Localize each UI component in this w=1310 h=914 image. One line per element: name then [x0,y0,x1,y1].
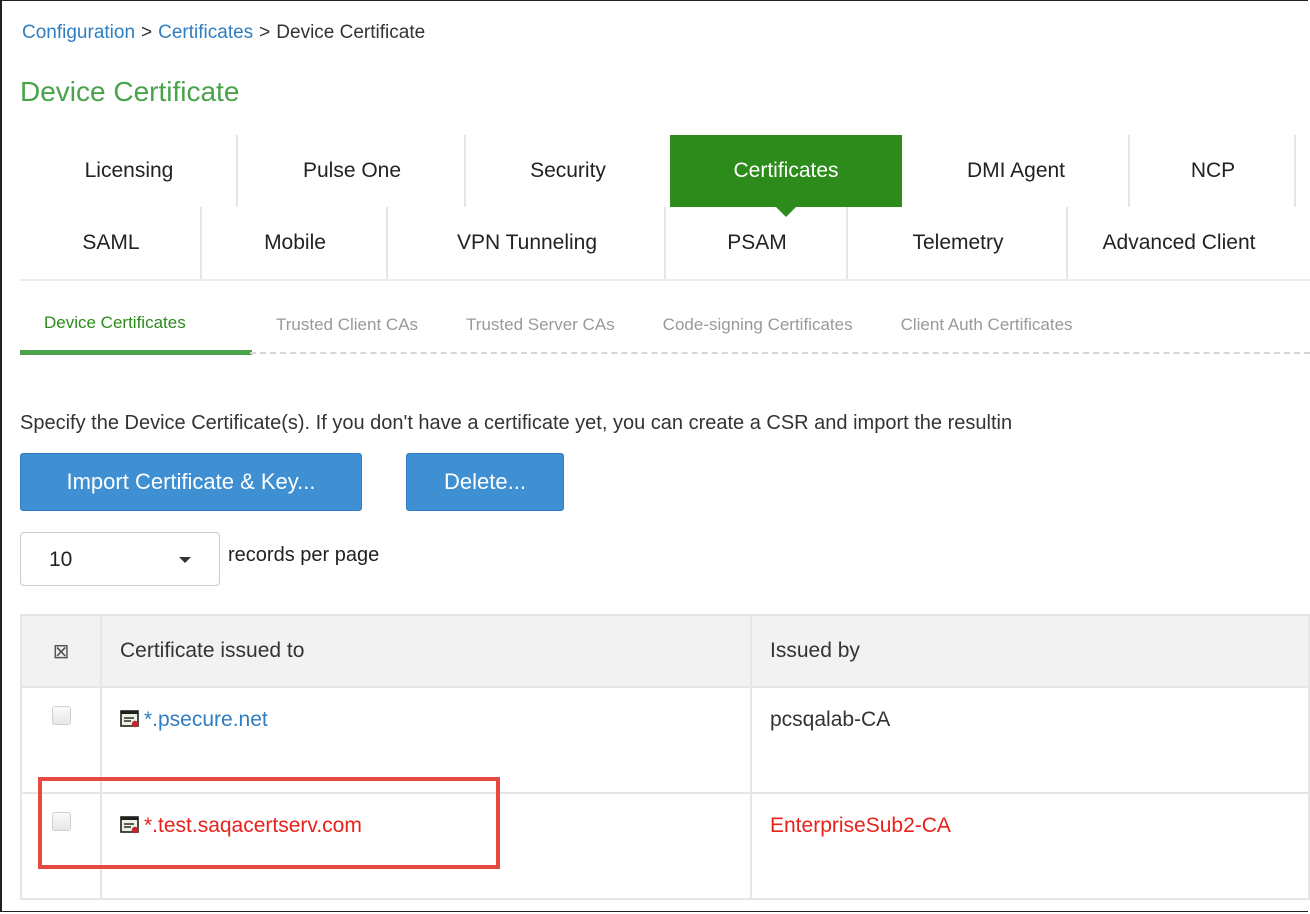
subtab-divider [250,352,1310,354]
row-checkbox[interactable] [51,706,71,725]
subtab-trusted-server-cas[interactable]: Trusted Server CAs [442,305,639,345]
tab-advanced-client[interactable]: Advanced Client [1068,207,1290,279]
subtab-code-signing-certificates[interactable]: Code-signing Certificates [639,305,877,345]
cell-issued-to: *.test.saqacertserv.com [100,792,752,900]
subtab-device-certificates[interactable]: Device Certificates [20,305,252,355]
table-row: *.psecure.net pcsqalab-CA [20,686,1310,794]
column-header-issued-to[interactable]: Certificate issued to [100,614,752,688]
tab-telemetry[interactable]: Telemetry [848,207,1068,279]
cell-issued-to: *.psecure.net [100,686,752,794]
row-checkbox[interactable] [51,812,71,831]
table-header-row: ⊠ Certificate issued to Issued by [20,614,1310,688]
tab-saml[interactable]: SAML [20,207,202,279]
tab-mobile[interactable]: Mobile [202,207,388,279]
certificate-table: ⊠ Certificate issued to Issued by *.psec… [20,614,1310,900]
tab-ncp[interactable]: NCP [1130,135,1296,207]
table-row: *.test.saqacertserv.com EnterpriseSub2-C… [20,792,1310,900]
records-per-page-select[interactable]: 10 [20,532,220,586]
breadcrumb-current: Device Certificate [276,22,426,43]
certificate-link[interactable]: *.psecure.net [144,708,268,731]
row-checkbox-cell [20,686,102,794]
row-checkbox-cell [20,792,102,900]
tab-psam[interactable]: PSAM [666,207,848,279]
tab-pulse-one[interactable]: Pulse One [238,135,466,207]
cell-issued-by: pcsqalab-CA [750,686,1310,794]
breadcrumb-separator: > [141,22,153,43]
page-title: Device Certificate [20,76,240,107]
tab-certificates[interactable]: Certificates [670,135,902,217]
records-per-page-label: records per page [228,544,380,566]
delete-button[interactable]: Delete... [406,453,564,511]
tab-divider [20,279,1310,281]
certificate-icon [120,816,139,834]
breadcrumb: Configuration > Certificates > Device Certif… [22,22,425,44]
select-all-checkbox-icon[interactable]: ⊠ [53,641,70,663]
caret-down-icon [179,557,191,563]
tab-row-2: SAML Mobile VPN Tunneling PSAM Telemetry… [20,207,1290,279]
description-text: Specify the Device Certificate(s). If yo… [20,412,1013,434]
subtab-client-auth-certificates[interactable]: Client Auth Certificates [877,305,1097,345]
breadcrumb-configuration[interactable]: Configuration [22,22,135,43]
records-per-page-value: 10 [49,548,73,571]
breadcrumb-certificates[interactable]: Certificates [158,22,253,43]
subtab-bar: Device Certificates Trusted Client CAs T… [20,305,1097,355]
tab-licensing[interactable]: Licensing [20,135,238,207]
import-certificate-button[interactable]: Import Certificate & Key... [20,453,362,511]
certificate-link[interactable]: *.test.saqacertserv.com [144,814,362,837]
tab-security[interactable]: Security [466,135,670,207]
tab-dmi-agent[interactable]: DMI Agent [902,135,1130,207]
tab-row-1: Licensing Pulse One Security Certificate… [20,135,1296,217]
cell-issued-by: EnterpriseSub2-CA [750,792,1310,900]
certificate-icon [120,710,139,728]
column-header-issued-by[interactable]: Issued by [750,614,1310,688]
subtab-trusted-client-cas[interactable]: Trusted Client CAs [252,305,442,345]
tab-vpn-tunneling[interactable]: VPN Tunneling [388,207,666,279]
breadcrumb-separator: > [259,22,271,43]
select-all-cell: ⊠ [20,614,102,688]
